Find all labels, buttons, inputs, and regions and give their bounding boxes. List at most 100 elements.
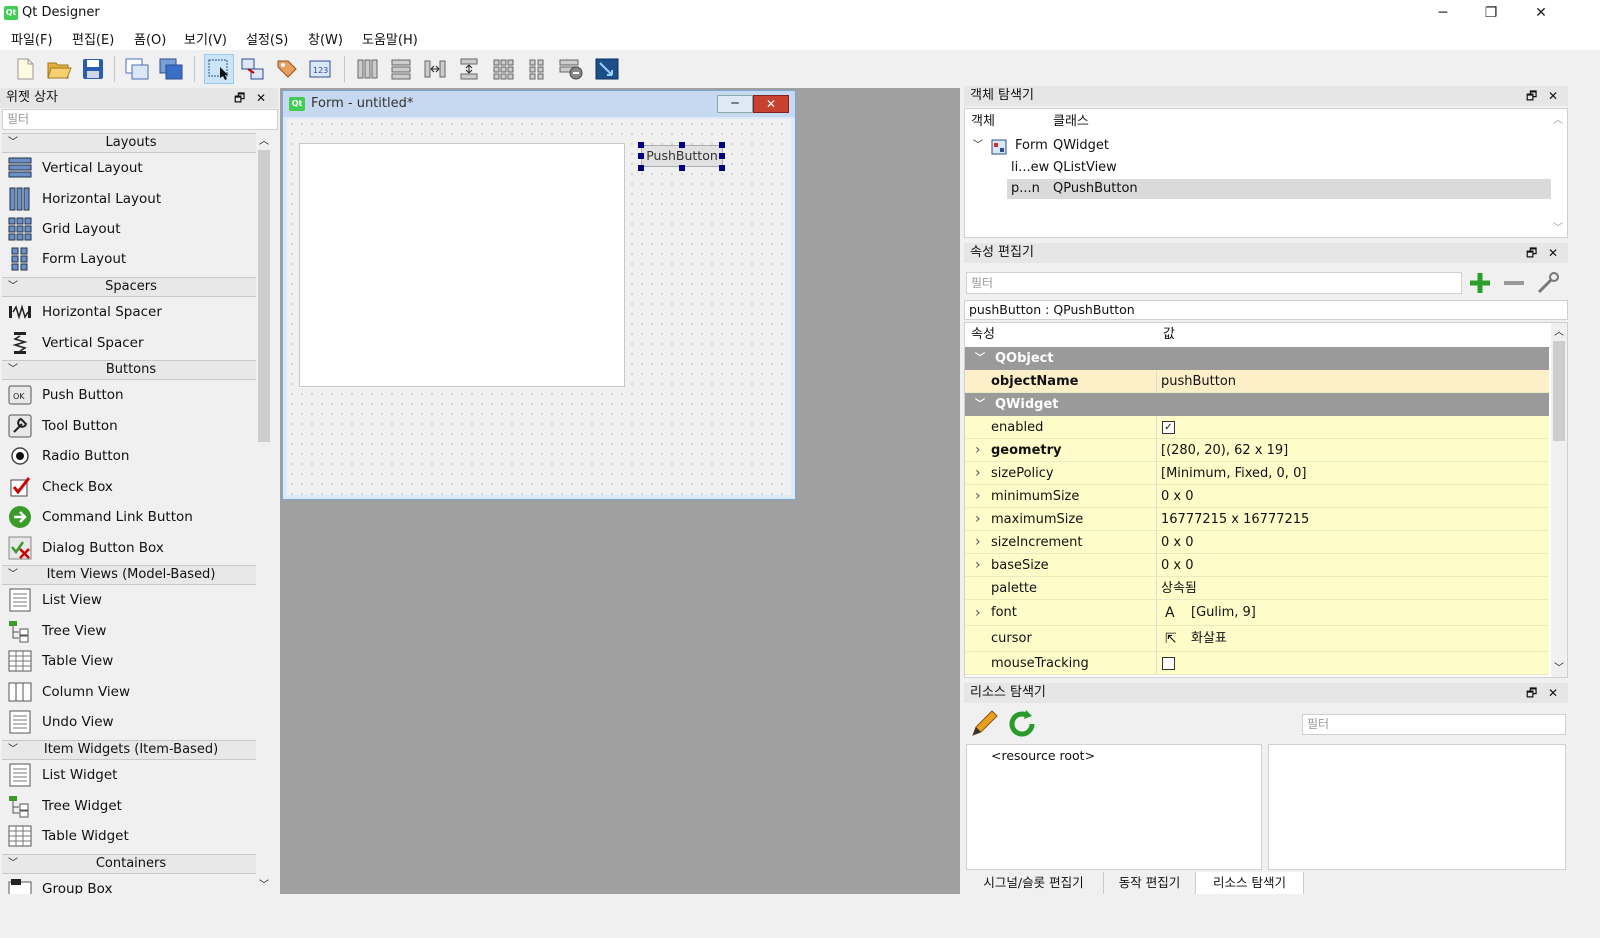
property-value[interactable]: [Minimum, Fixed, 0, 0] (1161, 462, 1306, 485)
edit-signals-icon[interactable] (238, 54, 268, 84)
selection-handle[interactable] (719, 153, 725, 159)
selection-handle[interactable] (719, 142, 725, 148)
reload-icon[interactable] (1006, 708, 1038, 740)
widget-push-button[interactable]: OK Push Button (2, 380, 260, 410)
checked-checkbox[interactable]: ✓ (1162, 421, 1175, 434)
widget-filter-input[interactable]: 필터 (2, 109, 278, 130)
layout-form-icon[interactable] (522, 54, 552, 84)
chevron-right-icon[interactable]: › (975, 600, 981, 626)
resource-root-item[interactable]: <resource root> (991, 748, 1095, 763)
selection-handle[interactable] (679, 165, 685, 171)
form-title-bar[interactable]: Qt Form - untitled* ─ ✕ (283, 91, 795, 117)
widget-tree-view[interactable]: Tree View (2, 616, 260, 646)
widget-dialog-button-box[interactable]: Dialog Button Box (2, 533, 260, 563)
configure-wrench-icon[interactable] (1535, 270, 1561, 296)
chevron-right-icon[interactable]: › (975, 485, 981, 508)
form-minimize-button[interactable]: ─ (717, 95, 753, 113)
widget-command-link-button[interactable]: Command Link Button (2, 502, 260, 532)
widget-list-widget[interactable]: List Widget (2, 760, 260, 790)
property-value[interactable]: 화살표 (1191, 626, 1227, 652)
property-value[interactable]: 0 x 0 (1161, 554, 1194, 577)
edit-buddies-icon[interactable] (272, 54, 302, 84)
scrollbar-thumb[interactable] (1553, 341, 1565, 441)
property-filter-input[interactable]: 필터 (966, 272, 1462, 294)
property-row[interactable]: › maximumSize 16777215 x 16777215 (965, 508, 1549, 531)
widget-table-widget[interactable]: Table Widget (2, 821, 260, 851)
close-icon[interactable]: ✕ (256, 88, 266, 108)
widget-vertical-spacer[interactable]: Vertical Spacer (2, 328, 260, 358)
widget-column-view[interactable]: Column View (2, 677, 260, 707)
resource-filter-input[interactable]: 필터 (1302, 714, 1566, 735)
widget-grid-layout[interactable]: Grid Layout (2, 214, 260, 244)
menu-form[interactable]: 폼(O) (134, 29, 166, 48)
layout-horizontal-splitter-icon[interactable] (420, 54, 450, 84)
paste-form-icon[interactable] (156, 54, 186, 84)
category-item-views[interactable]: ﹀ Item Views (Model-Based) (2, 565, 260, 585)
tab-action-editor[interactable]: 동작 편집기 (1104, 872, 1196, 894)
property-row[interactable]: › geometry [(280, 20), 62 x 19] (965, 439, 1549, 462)
float-icon[interactable]: 🗗 (1526, 86, 1537, 106)
open-folder-icon[interactable] (44, 54, 74, 84)
scroll-up-icon[interactable]: ︿ (1554, 323, 1564, 338)
chevron-right-icon[interactable]: › (975, 462, 981, 485)
property-row[interactable]: › baseSize 0 x 0 (965, 554, 1549, 577)
form-window[interactable]: Qt Form - untitled* ─ ✕ PushButton (282, 90, 796, 500)
widget-list-view[interactable]: List View (2, 585, 260, 615)
selection-handle[interactable] (638, 165, 644, 171)
add-property-icon[interactable] (1467, 270, 1493, 296)
property-row[interactable]: › font A [Gulim, 9] (965, 600, 1549, 626)
menu-help[interactable]: 도움말(H) (362, 29, 418, 48)
property-row[interactable]: › minimumSize 0 x 0 (965, 485, 1549, 508)
restore-button[interactable]: ❐ (1468, 0, 1514, 26)
widget-check-box[interactable]: Check Box (2, 472, 260, 502)
property-row[interactable]: enabled ✓ (965, 416, 1549, 439)
widget-undo-view[interactable]: Undo View (2, 707, 260, 737)
property-row[interactable]: › sizeIncrement 0 x 0 (965, 531, 1549, 554)
property-scrollbar[interactable]: ︿ ﹀ (1551, 323, 1567, 677)
menu-settings[interactable]: 설정(S) (246, 29, 288, 48)
chevron-right-icon[interactable]: › (975, 531, 981, 554)
chevron-down-icon[interactable]: ﹀ (973, 135, 983, 157)
close-button[interactable]: ✕ (1518, 0, 1564, 26)
form-canvas[interactable]: PushButton (287, 119, 791, 495)
scroll-down-icon[interactable]: ﹀ (1553, 219, 1563, 234)
widget-vertical-layout[interactable]: Vertical Layout (2, 153, 260, 183)
category-item-widgets[interactable]: ﹀ Item Widgets (Item-Based) (2, 740, 260, 760)
widget-form-layout[interactable]: Form Layout (2, 244, 260, 274)
chevron-right-icon[interactable]: › (975, 439, 981, 462)
property-value[interactable]: [Gulim, 9] (1191, 600, 1256, 626)
widget-tool-button[interactable]: Tool Button (2, 411, 260, 441)
form-close-button[interactable]: ✕ (753, 95, 789, 113)
selection-handle[interactable] (638, 142, 644, 148)
category-layouts[interactable]: ﹀ Layouts (2, 133, 260, 153)
scroll-up-icon[interactable]: ︿ (1553, 111, 1563, 126)
tree-row-form[interactable]: ﹀ Form QWidget (965, 135, 1551, 157)
close-icon[interactable]: ✕ (1548, 243, 1558, 263)
scroll-down-icon[interactable]: ﹀ (1554, 659, 1564, 674)
property-row[interactable]: palette 상속됨 (965, 577, 1549, 600)
property-row[interactable]: › sizePolicy [Minimum, Fixed, 0, 0] (965, 462, 1549, 485)
layout-horizontal-icon[interactable] (352, 54, 382, 84)
property-value[interactable]: pushButton (1161, 370, 1236, 393)
widget-tree-widget[interactable]: Tree Widget (2, 791, 260, 821)
selection-handle[interactable] (638, 153, 644, 159)
remove-property-icon[interactable] (1501, 270, 1527, 296)
property-value[interactable]: 상속됨 (1161, 577, 1197, 600)
chevron-down-icon[interactable]: ﹀ (975, 347, 985, 370)
float-icon[interactable]: 🗗 (234, 88, 245, 108)
property-row[interactable]: objectName pushButton (965, 370, 1549, 393)
selection-handle[interactable] (679, 142, 685, 148)
float-icon[interactable]: 🗗 (1526, 683, 1537, 703)
break-layout-icon[interactable] (556, 54, 586, 84)
unchecked-checkbox[interactable] (1162, 657, 1175, 670)
menu-edit[interactable]: 편집(E) (72, 29, 114, 48)
widget-horizontal-spacer[interactable]: Horizontal Spacer (2, 297, 260, 327)
scrollbar-thumb[interactable] (258, 150, 270, 442)
minimize-button[interactable]: ─ (1420, 0, 1466, 26)
tab-resource-browser[interactable]: 리소스 탐색기 (1196, 872, 1304, 894)
property-value[interactable]: 0 x 0 (1161, 531, 1194, 554)
scroll-down-icon[interactable]: ﹀ (259, 876, 269, 891)
tree-row-pushbutton-selected[interactable]: p...n QPushButton (1007, 179, 1551, 199)
layout-grid-icon[interactable] (488, 54, 518, 84)
layout-vertical-splitter-icon[interactable] (454, 54, 484, 84)
